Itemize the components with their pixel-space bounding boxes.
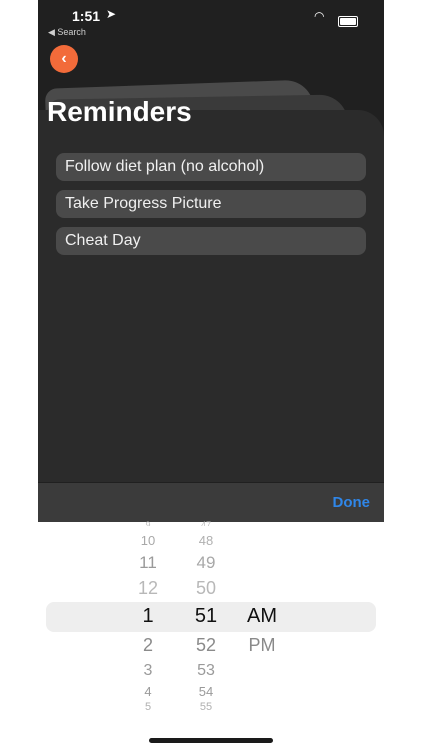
minute-option: 49 <box>196 553 216 572</box>
location-arrow-icon: ➤ <box>106 7 117 21</box>
hour-option: 12 <box>137 578 159 598</box>
hour-option-selected: 1 <box>142 605 154 627</box>
hour-option: 3 <box>143 662 153 679</box>
reminder-item[interactable]: Cheat Day <box>56 227 366 255</box>
minute-option: 54 <box>198 684 214 699</box>
hour-option: 2 <box>142 635 153 655</box>
minute-option: 47 <box>200 520 211 526</box>
hour-option: 9 <box>145 520 151 526</box>
back-button[interactable]: ‹ <box>50 45 78 73</box>
status-bar: 1:51 ➤ ◀ Search ◠ <box>38 0 384 37</box>
minute-option: 48 <box>198 533 214 548</box>
back-to-search-link[interactable]: ◀ Search <box>48 27 86 38</box>
reminder-item[interactable]: Follow diet plan (no alcohol) <box>56 153 366 181</box>
time-picker[interactable]: 9 10 11 12 1 2 3 4 5 47 48 49 50 51 52 5… <box>0 520 422 722</box>
reminder-label: Take Progress Picture <box>65 195 222 212</box>
hour-option: 11 <box>139 553 157 572</box>
reminder-list: Follow diet plan (no alcohol) Take Progr… <box>56 153 366 264</box>
hour-option: 10 <box>140 533 156 548</box>
reminder-label: Follow diet plan (no alcohol) <box>65 158 265 175</box>
minute-option: 53 <box>197 662 215 679</box>
picker-toolbar: Done <box>38 483 384 522</box>
done-button[interactable]: Done <box>333 494 371 511</box>
period-option: PM <box>248 635 276 655</box>
minute-option-selected: 51 <box>194 605 218 627</box>
period-option-selected: AM <box>247 605 277 627</box>
hour-option: 5 <box>144 701 152 710</box>
hour-option: 4 <box>144 684 152 699</box>
minute-option: 50 <box>195 578 217 598</box>
home-indicator[interactable] <box>149 738 273 743</box>
status-time: 1:51 <box>72 8 101 24</box>
chevron-left-icon: ‹ <box>61 50 67 67</box>
page-title: Reminders <box>47 96 192 127</box>
battery-icon <box>338 16 358 27</box>
minute-option: 52 <box>195 635 217 655</box>
reminder-item[interactable]: Take Progress Picture <box>56 190 366 218</box>
minute-option: 55 <box>199 701 213 710</box>
wifi-icon: ◠ <box>314 9 325 23</box>
reminder-label: Cheat Day <box>65 232 141 249</box>
app-screen: 1:51 ➤ ◀ Search ◠ ‹ Reminders Follow die… <box>38 0 384 522</box>
